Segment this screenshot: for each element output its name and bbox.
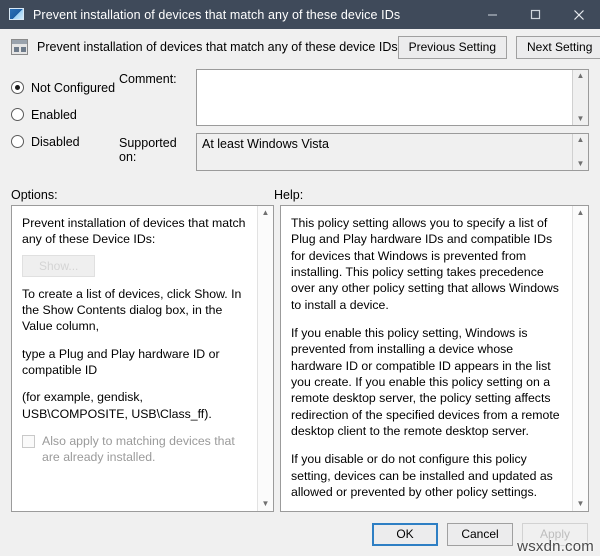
scroll-down-icon[interactable]: ▼ [577, 500, 585, 508]
scroll-down-icon[interactable]: ▼ [262, 500, 270, 508]
comment-row: Comment: ▲ ▼ [119, 69, 589, 126]
help-scrollbar[interactable]: ▲ ▼ [572, 206, 588, 511]
setting-header: Prevent installation of devices that mat… [0, 29, 600, 65]
help-paragraph-1: This policy setting allows you to specif… [291, 216, 559, 312]
comment-scrollbar[interactable]: ▲ ▼ [572, 70, 588, 125]
help-content: This policy setting allows you to specif… [281, 206, 572, 511]
radio-indicator-enabled [11, 108, 24, 121]
radio-enabled[interactable]: Enabled [11, 101, 119, 128]
radio-indicator-not-configured [11, 81, 24, 94]
window-controls [471, 0, 600, 29]
configuration-area: Not Configured Enabled Disabled Comment:… [0, 65, 600, 181]
options-heading: Prevent installation of devices that mat… [22, 216, 246, 247]
previous-setting-button[interactable]: Previous Setting [397, 35, 507, 59]
maximize-icon[interactable] [514, 0, 557, 29]
ok-button[interactable]: OK [372, 522, 438, 546]
policy-setting-icon [11, 39, 28, 55]
help-paragraph-2: If you enable this policy setting, Windo… [291, 326, 560, 439]
radio-not-configured[interactable]: Not Configured [11, 74, 119, 101]
metadata-fields: Comment: ▲ ▼ Supported on: At least Wind… [119, 69, 589, 181]
supported-on-row: Supported on: At least Windows Vista ▲ ▼ [119, 133, 589, 171]
help-panel: This policy setting allows you to specif… [280, 205, 589, 512]
next-setting-button[interactable]: Next Setting [516, 35, 600, 59]
state-radio-group: Not Configured Enabled Disabled [11, 69, 119, 181]
radio-label-disabled: Disabled [31, 134, 80, 149]
apply-to-installed-checkbox-row[interactable]: Also apply to matching devices that are … [22, 433, 248, 466]
supported-on-label: Supported on: [119, 136, 177, 164]
panel-labels: Options: Help: [0, 181, 600, 205]
comment-label: Comment: [119, 72, 177, 86]
setting-title: Prevent installation of devices that mat… [37, 40, 398, 54]
apply-to-installed-checkbox[interactable] [22, 435, 35, 449]
options-paragraph-3: (for example, gendisk, USB\COMPOSITE, US… [22, 390, 212, 421]
scroll-up-icon[interactable]: ▲ [262, 209, 270, 217]
comment-field[interactable]: ▲ ▼ [196, 69, 589, 126]
radio-disabled[interactable]: Disabled [11, 128, 119, 155]
options-label: Options: [11, 188, 58, 202]
window-title: Prevent installation of devices that mat… [33, 7, 401, 22]
apply-to-installed-label: Also apply to matching devices that are … [42, 434, 235, 465]
radio-label-enabled: Enabled [31, 107, 77, 122]
radio-label-not-configured: Not Configured [31, 80, 116, 95]
scroll-up-icon[interactable]: ▲ [577, 209, 585, 217]
options-panel: Prevent installation of devices that mat… [11, 205, 274, 512]
close-icon[interactable] [557, 0, 600, 29]
scroll-down-icon[interactable]: ▼ [577, 115, 585, 123]
policy-window-icon [9, 7, 25, 23]
radio-indicator-disabled [11, 135, 24, 148]
comment-value[interactable] [197, 70, 572, 125]
cancel-button[interactable]: Cancel [447, 522, 513, 546]
content-panels: Prevent installation of devices that mat… [0, 205, 600, 512]
policy-setting-dialog: Prevent installation of devices that mat… [0, 0, 600, 556]
dialog-footer: OK Cancel Apply wsxdn.com [0, 512, 600, 556]
minimize-icon[interactable] [471, 0, 514, 29]
options-paragraph-2: type a Plug and Play hardware ID or comp… [22, 346, 220, 378]
supported-on-value: At least Windows Vista [197, 134, 572, 170]
scroll-up-icon[interactable]: ▲ [577, 136, 585, 144]
show-button[interactable]: Show... [22, 254, 96, 277]
help-label: Help: [274, 188, 304, 202]
scroll-up-icon[interactable]: ▲ [577, 72, 585, 80]
navigation-buttons: Previous Setting Next Setting [397, 35, 600, 59]
supported-on-scrollbar[interactable]: ▲ ▼ [572, 134, 588, 170]
scroll-down-icon[interactable]: ▼ [577, 160, 585, 168]
show-button-container: Show... [22, 254, 248, 277]
options-content: Prevent installation of devices that mat… [12, 206, 257, 511]
help-paragraph-3: If you disable or do not configure this … [291, 452, 553, 500]
title-bar: Prevent installation of devices that mat… [0, 0, 600, 29]
supported-on-field: At least Windows Vista ▲ ▼ [196, 133, 589, 171]
options-scrollbar[interactable]: ▲ ▼ [257, 206, 273, 511]
options-paragraph-1: To create a list of devices, click Show.… [22, 286, 242, 334]
watermark: wsxdn.com [517, 538, 594, 555]
